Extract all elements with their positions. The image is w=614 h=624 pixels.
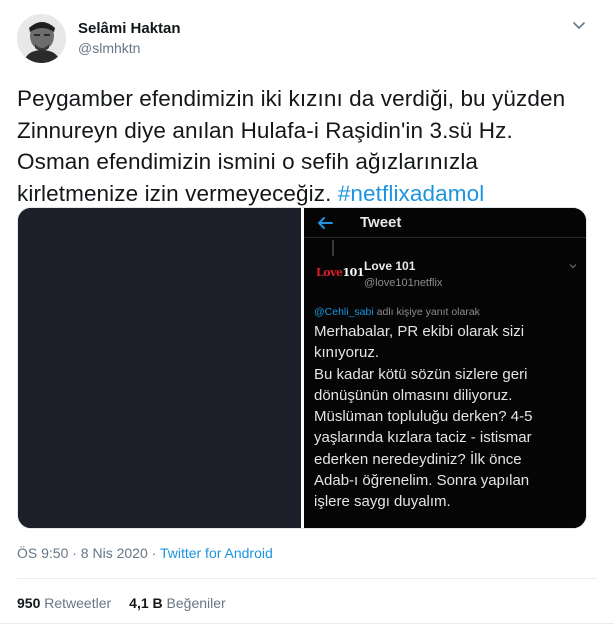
tweet-text-line: Osman efendimizin ismini o sefih ağızlar… <box>17 149 479 174</box>
embedded-tweet-screenshot: Tweet Love101 Love 101 @love101netflix @… <box>304 208 586 528</box>
logo-text-white: 101 <box>342 266 364 279</box>
embedded-text-line: Adab-ı öğrenelim. Sonra yapılan <box>314 472 530 490</box>
embedded-text-line: Müslüman topluluğu derken? 4-5 <box>314 408 533 426</box>
embedded-account-handle: @love101netflix <box>364 277 443 289</box>
likes-label: Beğeniler <box>162 595 226 611</box>
chevron-down-icon <box>568 258 578 269</box>
tweet-meta: ÖS 9:50 · 8 Nis 2020 · Twitter for Andro… <box>17 545 273 561</box>
chevron-down-icon[interactable] <box>572 18 586 32</box>
embedded-text-line: işlere saygı duyalım. <box>314 493 451 511</box>
thread-line <box>332 240 334 256</box>
tweet-text-line: Peygamber efendimizin iki kızını da verd… <box>17 86 566 111</box>
hashtag-link[interactable]: #netflixadamol <box>338 181 485 206</box>
embedded-header-divider <box>304 237 586 238</box>
embedded-text-line: Merhabalar, PR ekibi olarak sizi <box>314 323 525 340</box>
tweet-stats: 950 Retweetler 4,1 B Beğeniler <box>17 595 226 611</box>
likes-stat[interactable]: 4,1 B Beğeniler <box>129 595 226 611</box>
embedded-reply-suffix: adlı kişiye yanıt olarak <box>373 306 480 318</box>
love101-logo: Love101 <box>316 266 364 280</box>
tweet-text: Peygamber efendimizin iki kızını da verd… <box>17 83 597 209</box>
tweet-card: Selâmi Haktan @slmhktn Peygamber efendim… <box>0 0 614 624</box>
embedded-account-name: Love 101 <box>364 259 416 273</box>
retweets-count: 950 <box>17 595 41 611</box>
logo-text-red: Love <box>316 266 343 279</box>
embedded-text-line: kınıyoruz. <box>314 344 380 362</box>
embedded-reply-mention: @Cehli_sabi <box>314 306 374 318</box>
embedded-text-line: dönüşünün olmasını diliyoruz. <box>314 386 513 404</box>
avatar[interactable] <box>17 14 66 63</box>
tweet-text-line: kirletmenize izin vermeyeceğiz. #netflix… <box>17 178 597 210</box>
retweets-stat[interactable]: 950 Retweetler <box>17 595 111 611</box>
embedded-text-line: Bu kadar kötü sözün sizlere geri <box>314 365 528 383</box>
media-left-panel <box>18 208 301 528</box>
tweet-text-fragment: kirletmenize izin vermeyeceğiz. <box>17 180 338 206</box>
tweet-source-link[interactable]: Twitter for Android <box>160 545 273 561</box>
author-name[interactable]: Selâmi Haktan <box>78 20 181 37</box>
media-image[interactable]: Tweet Love101 Love 101 @love101netflix @… <box>17 207 587 529</box>
embedded-reply-context: @Cehli_sabi adlı kişiye yanıt olarak <box>314 306 480 318</box>
author-handle[interactable]: @slmhktn <box>78 40 140 56</box>
divider <box>17 578 597 579</box>
likes-count: 4,1 B <box>129 595 163 611</box>
embedded-text-line: ederken neredeydiniz? İlk önce <box>314 450 522 468</box>
tweet-text-line: Zinnureyn diye anılan Hulafa-i Raşidin'i… <box>17 117 513 143</box>
embedded-tweet-text: Merhabalar, PR ekibi olarak sizi kınıyor… <box>314 321 584 513</box>
tweet-timestamp[interactable]: ÖS 9:50 · 8 Nis 2020 · <box>17 545 160 561</box>
embedded-text-line: yaşlarında kızlara taciz - istismar <box>314 429 532 447</box>
retweets-label: Retweetler <box>40 595 112 611</box>
back-arrow-icon <box>316 216 334 230</box>
embedded-header-title: Tweet <box>360 214 402 231</box>
avatar-photo <box>17 14 66 63</box>
